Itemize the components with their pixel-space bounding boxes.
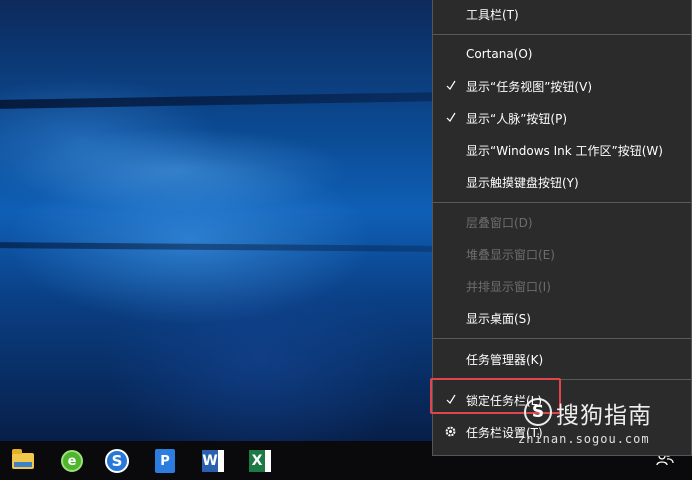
wallpaper-glow [0, 110, 440, 240]
folder-icon[interactable] [9, 447, 37, 475]
menu-item-label: 堆叠显示窗口(E) [466, 247, 555, 262]
wallpaper-light-beam [0, 242, 440, 252]
gear-icon [445, 426, 456, 437]
menu-item-task-manager[interactable]: 任务管理器(K) [433, 344, 691, 374]
watermark-url: zhinan.sogou.com [518, 432, 650, 446]
menu-item-label: 工具栏(T) [466, 7, 519, 22]
menu-item-cascade-windows: 层叠窗口(D) [433, 207, 691, 237]
menu-item-label: 层叠窗口(D) [466, 215, 533, 230]
menu-item-show-task-view-button[interactable]: 显示“任务视图”按钮(V) [433, 71, 691, 101]
menu-item-label: 显示触摸键盘按钮(Y) [466, 175, 579, 190]
menu-item-label: 显示“任务视图”按钮(V) [466, 79, 593, 94]
menu-item-label: 显示“人脉”按钮(P) [466, 111, 568, 126]
watermark: S 搜狗指南 zhinan.sogou.com [518, 396, 684, 446]
menu-item-label: 显示桌面(S) [466, 311, 531, 326]
menu-item-cortana[interactable]: Cortana(O) [433, 39, 691, 69]
excel-icon[interactable]: X [246, 447, 274, 475]
menu-item-toolbars[interactable]: 工具栏(T) [433, 0, 691, 29]
sogou-icon[interactable]: S [103, 447, 131, 475]
menu-separator [433, 202, 691, 203]
word-icon[interactable]: W [199, 447, 227, 475]
menu-item-show-windows-ink-button[interactable]: 显示“Windows Ink 工作区”按钮(W) [433, 135, 691, 165]
browser-icon[interactable]: e [58, 447, 86, 475]
menu-item-label: 任务管理器(K) [466, 352, 544, 367]
checkmark-icon [446, 80, 456, 90]
menu-separator [433, 338, 691, 339]
menu-item-show-touch-keyboard-button[interactable]: 显示触摸键盘按钮(Y) [433, 167, 691, 197]
sogou-logo-icon: S [524, 398, 552, 426]
menu-item-show-desktop[interactable]: 显示桌面(S) [433, 303, 691, 333]
menu-item-side-by-side-windows: 并排显示窗口(I) [433, 271, 691, 301]
app-icon[interactable]: P [151, 447, 179, 475]
menu-item-show-people-button[interactable]: 显示“人脉”按钮(P) [433, 103, 691, 133]
menu-item-label: 并排显示窗口(I) [466, 279, 551, 294]
menu-item-label: Cortana(O) [466, 47, 533, 61]
menu-item-label: 显示“Windows Ink 工作区”按钮(W) [466, 143, 663, 158]
menu-item-stack-windows: 堆叠显示窗口(E) [433, 239, 691, 269]
watermark-title: 搜狗指南 [556, 403, 652, 429]
checkmark-icon [446, 112, 456, 122]
wallpaper-light-beam [0, 92, 440, 109]
menu-separator [433, 34, 691, 35]
